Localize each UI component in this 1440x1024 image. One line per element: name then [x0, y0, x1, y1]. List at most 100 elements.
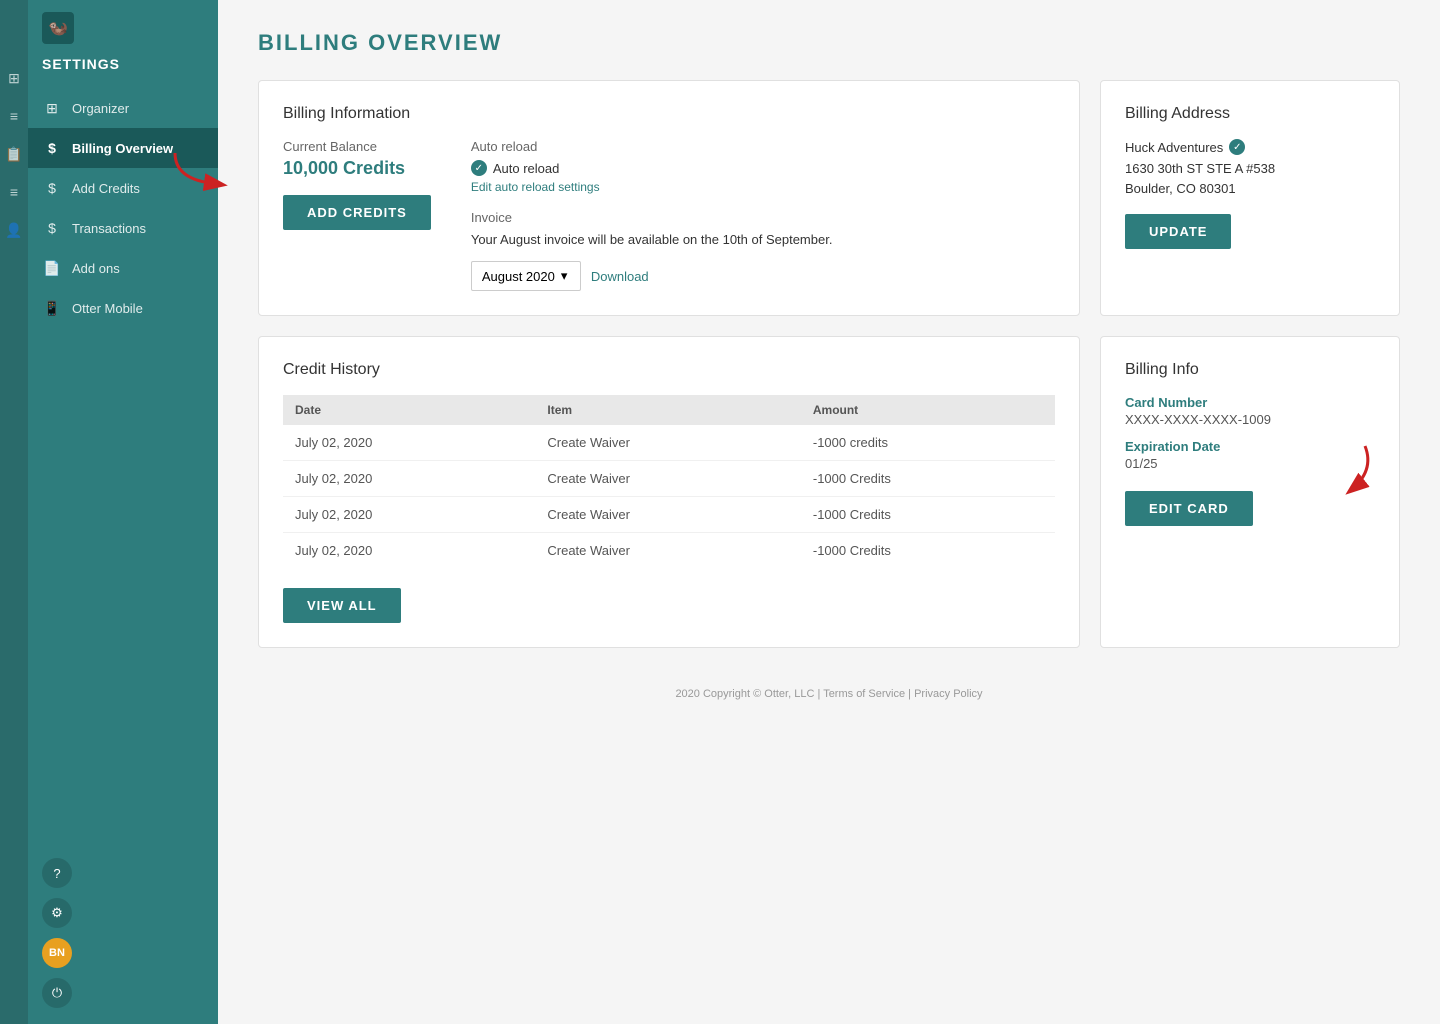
main-content: BILLING OVERVIEW Billing Information Cur…	[218, 0, 1440, 1024]
add-credits-button[interactable]: Add Credits	[283, 195, 431, 230]
footer-tos-link[interactable]: Terms of Service	[823, 688, 905, 700]
billing-info-card-title: Billing Information	[283, 105, 1055, 123]
sidebar-item-transactions-label: Transactions	[72, 221, 146, 236]
company-verified-icon: ✓	[1229, 139, 1245, 155]
organizer-icon: ⊞	[42, 98, 62, 118]
sidebar-item-add-credits[interactable]: $ Add Credits	[28, 168, 218, 208]
billing-info-side-title: Billing Info	[1125, 361, 1375, 379]
cell-amount: -1000 Credits	[801, 461, 1055, 497]
col-date: Date	[283, 395, 535, 425]
auto-reload-status-text: Auto reload	[493, 161, 560, 176]
credit-table-header-row: Date Item Amount	[283, 395, 1055, 425]
cell-item: Create Waiver	[535, 533, 800, 569]
credit-table-body: July 02, 2020 Create Waiver -1000 credit…	[283, 425, 1055, 568]
icon-bar-top: ⊞ ≡ 📋 ≡ 👤	[4, 8, 24, 1016]
sidebar-item-transactions[interactable]: $ Transactions	[28, 208, 218, 248]
edit-card-wrapper: EDIT CARD	[1125, 491, 1375, 526]
add-ons-icon: 📄	[42, 258, 62, 278]
list-icon[interactable]: ≡	[4, 182, 24, 202]
billing-info-grid: Current Balance 10,000 Credits Add Credi…	[283, 139, 1055, 291]
view-all-button[interactable]: VIEW ALL	[283, 588, 401, 623]
menu-icon[interactable]: ≡	[4, 106, 24, 126]
col-amount: Amount	[801, 395, 1055, 425]
billing-company-name: Huck Adventures ✓	[1125, 139, 1375, 155]
credit-table-header: Date Item Amount	[283, 395, 1055, 425]
edit-auto-reload-link[interactable]: Edit auto reload settings	[471, 180, 833, 194]
bottom-cards-row: Credit History Date Item Amount July 02,…	[258, 336, 1400, 648]
table-row: July 02, 2020 Create Waiver -1000 Credit…	[283, 533, 1055, 569]
billing-info-side-card: Billing Info Card Number XXXX-XXXX-XXXX-…	[1100, 336, 1400, 648]
sidebar-item-organizer-label: Organizer	[72, 101, 129, 116]
auto-reload-label: Auto reload	[471, 139, 833, 154]
download-link[interactable]: Download	[591, 269, 649, 284]
current-balance-label: Current Balance	[283, 139, 431, 154]
invoice-label: Invoice	[471, 210, 833, 225]
auto-reload-status: ✓ Auto reload	[471, 160, 833, 176]
add-credits-icon: $	[42, 178, 62, 198]
table-row: July 02, 2020 Create Waiver -1000 Credit…	[283, 497, 1055, 533]
user-icon[interactable]: 👤	[4, 220, 24, 240]
invoice-month-value: August 2020	[482, 269, 555, 284]
footer: 2020 Copyright © Otter, LLC | Terms of S…	[258, 668, 1400, 710]
top-cards-row: Billing Information Current Balance 10,0…	[258, 80, 1400, 316]
billing-left: Current Balance 10,000 Credits Add Credi…	[283, 139, 431, 291]
billing-right: Auto reload ✓ Auto reload Edit auto relo…	[471, 139, 833, 291]
cell-date: July 02, 2020	[283, 461, 535, 497]
col-item: Item	[535, 395, 800, 425]
sidebar-item-add-credits-label: Add Credits	[72, 181, 140, 196]
billing-address-lines: 1630 30th ST STE A #538 Boulder, CO 8030…	[1125, 159, 1375, 198]
settings-icon-btn[interactable]: ⚙	[42, 898, 72, 928]
sidebar-nav: ⊞ Organizer $ Billing Overview $ Add Cre…	[28, 88, 218, 842]
sidebar-item-add-ons[interactable]: 📄 Add ons	[28, 248, 218, 288]
cell-item: Create Waiver	[535, 461, 800, 497]
current-balance-value: 10,000 Credits	[283, 158, 431, 179]
check-circle-icon: ✓	[471, 160, 487, 176]
footer-privacy-link[interactable]: Privacy Policy	[914, 688, 982, 700]
card-number-label: Card Number	[1125, 395, 1375, 410]
invoice-download-row: August 2020 ▾ Download	[471, 261, 833, 291]
billing-information-card: Billing Information Current Balance 10,0…	[258, 80, 1080, 316]
otter-mobile-icon: 📱	[42, 298, 62, 318]
help-icon-btn[interactable]: ?	[42, 858, 72, 888]
cell-amount: -1000 Credits	[801, 497, 1055, 533]
company-name-text: Huck Adventures	[1125, 140, 1223, 155]
address-line1: 1630 30th ST STE A #538	[1125, 161, 1275, 176]
user-avatar-btn[interactable]: BN	[42, 938, 72, 968]
sidebar-item-billing-label: Billing Overview	[72, 141, 173, 156]
cell-date: July 02, 2020	[283, 425, 535, 461]
sidebar-bottom: ? ⚙ BN ⏻	[28, 842, 218, 1024]
card-number-value: XXXX-XXXX-XXXX-1009	[1125, 412, 1375, 427]
address-line2: Boulder, CO 80301	[1125, 181, 1236, 196]
sidebar-item-add-ons-label: Add ons	[72, 261, 120, 276]
grid-icon[interactable]: ⊞	[4, 68, 24, 88]
table-row: July 02, 2020 Create Waiver -1000 credit…	[283, 425, 1055, 461]
billing-address-card-title: Billing Address	[1125, 105, 1375, 123]
invoice-dropdown-arrow: ▾	[561, 268, 568, 284]
cell-item: Create Waiver	[535, 425, 800, 461]
sidebar-item-billing-overview[interactable]: $ Billing Overview	[28, 128, 218, 168]
invoice-month-select[interactable]: August 2020 ▾	[471, 261, 581, 291]
transactions-icon: $	[42, 218, 62, 238]
cell-date: July 02, 2020	[283, 533, 535, 569]
credit-history-table: Date Item Amount July 02, 2020 Create Wa…	[283, 395, 1055, 568]
sidebar-title: SETTINGS	[28, 56, 218, 88]
power-icon-btn[interactable]: ⏻	[42, 978, 72, 1008]
sidebar-logo: 🦦	[28, 0, 218, 56]
cell-amount: -1000 Credits	[801, 533, 1055, 569]
invoice-note: Your August invoice will be available on…	[471, 231, 833, 249]
doc-icon[interactable]: 📋	[4, 144, 24, 164]
table-row: July 02, 2020 Create Waiver -1000 Credit…	[283, 461, 1055, 497]
cell-item: Create Waiver	[535, 497, 800, 533]
sidebar-item-organizer[interactable]: ⊞ Organizer	[28, 88, 218, 128]
expiration-value: 01/25	[1125, 456, 1375, 471]
sidebar: 🦦 SETTINGS ⊞ Organizer $ Billing Overvie…	[28, 0, 218, 1024]
logo-box: 🦦	[42, 12, 74, 44]
cell-date: July 02, 2020	[283, 497, 535, 533]
credit-history-card: Credit History Date Item Amount July 02,…	[258, 336, 1080, 648]
page-title: BILLING OVERVIEW	[258, 30, 1400, 56]
update-address-button[interactable]: UPDATE	[1125, 214, 1231, 249]
sidebar-item-otter-mobile[interactable]: 📱 Otter Mobile	[28, 288, 218, 328]
footer-copyright: 2020 Copyright © Otter, LLC	[675, 688, 814, 700]
sidebar-item-otter-mobile-label: Otter Mobile	[72, 301, 143, 316]
edit-card-button[interactable]: EDIT CARD	[1125, 491, 1253, 526]
